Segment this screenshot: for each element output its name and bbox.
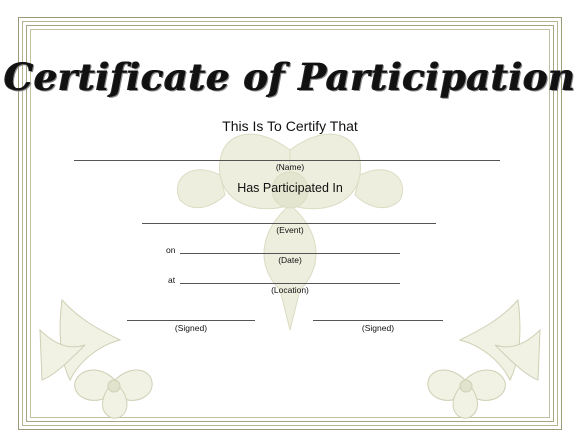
date-line bbox=[180, 253, 400, 254]
name-caption: (Name) bbox=[275, 162, 305, 172]
signature-line-right bbox=[313, 320, 443, 321]
location-caption: (Location) bbox=[271, 285, 309, 295]
signed-caption-left: (Signed) bbox=[174, 323, 208, 333]
participated-text: Has Participated In bbox=[237, 181, 343, 195]
date-caption: (Date) bbox=[278, 255, 302, 265]
certificate-title: Certificate of Participation bbox=[4, 55, 576, 99]
certificate-page: Certificate of Participation This Is To … bbox=[0, 0, 580, 448]
event-line bbox=[142, 223, 436, 224]
on-label: on bbox=[166, 245, 176, 255]
at-label: at bbox=[168, 275, 176, 285]
event-caption: (Event) bbox=[276, 225, 304, 235]
signature-line-left bbox=[127, 320, 255, 321]
signed-caption-right: (Signed) bbox=[361, 323, 395, 333]
certify-text: This Is To Certify That bbox=[222, 118, 358, 134]
location-line bbox=[180, 283, 400, 284]
name-line bbox=[74, 160, 500, 161]
